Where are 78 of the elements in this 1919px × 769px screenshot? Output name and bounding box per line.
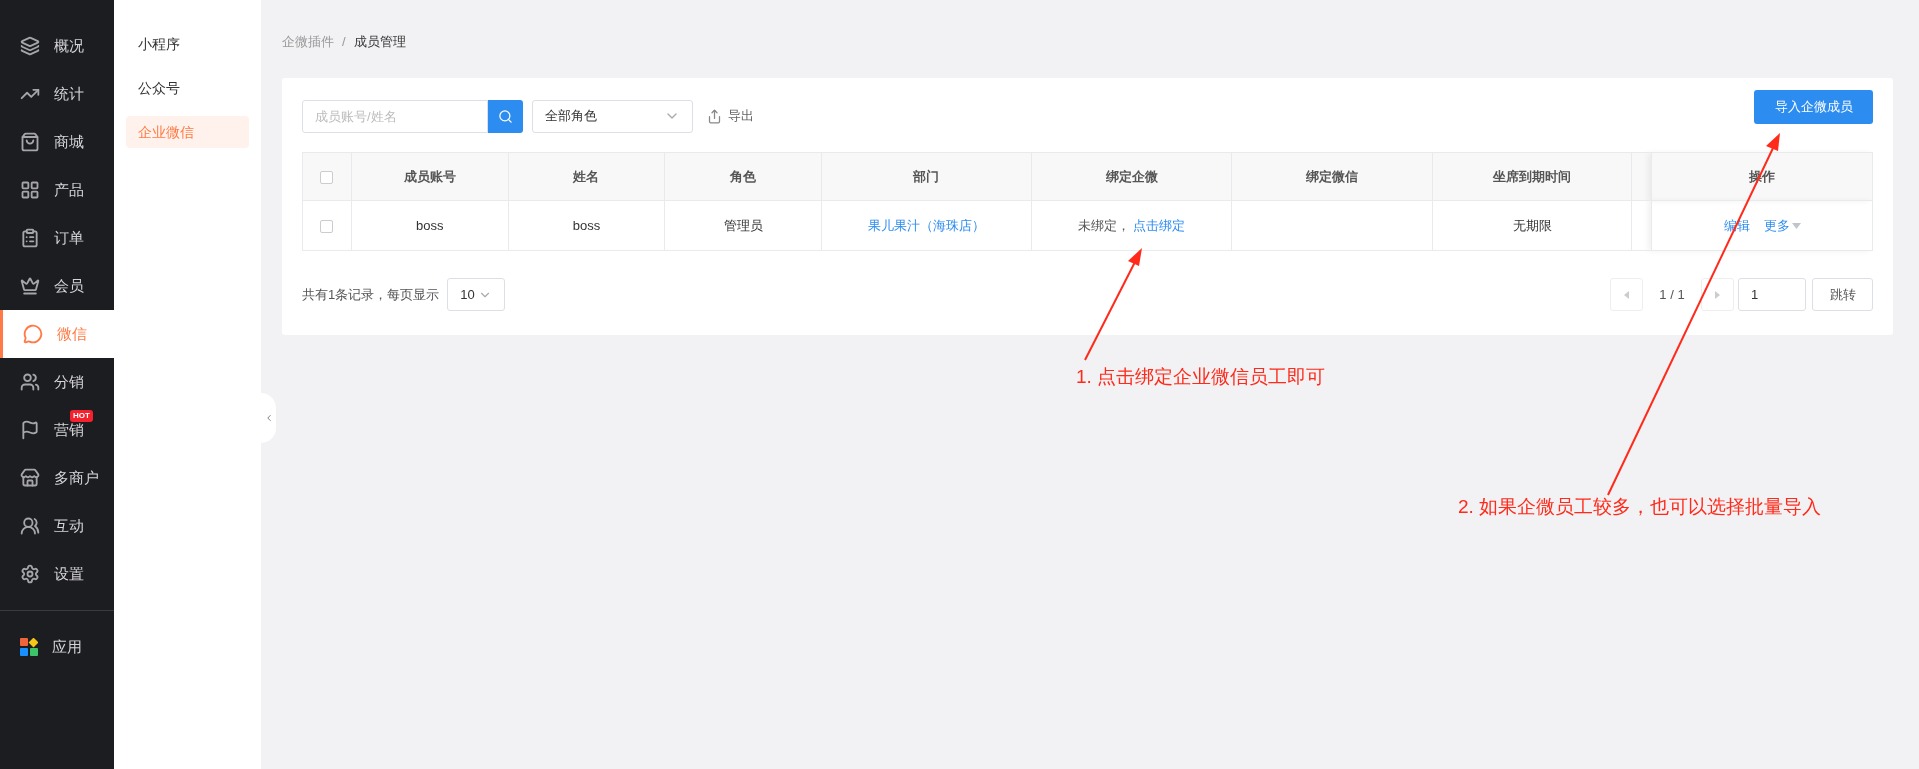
record-summary: 共有1条记录，每页显示 [302,285,440,304]
collapse-handle[interactable] [261,393,276,443]
apps-icon [20,638,38,656]
nav-item[interactable]: 设置 [0,550,114,598]
department-link[interactable]: 果儿果汁（海珠店） [867,217,985,233]
column-header: 坐席到期时间 [1432,152,1632,201]
nav-label: 会员 [54,275,84,296]
nav-label: 产品 [54,179,84,200]
layers-icon [20,36,40,56]
nav-label: 概况 [54,35,84,56]
more-link[interactable]: 更多 [1763,215,1801,236]
nav-label: 分销 [54,371,84,392]
nav-item[interactable]: 统计 [0,70,114,118]
column-header: 姓名 [508,152,665,201]
role-select[interactable]: 全部角色 [532,99,693,133]
nav-label: 互动 [54,515,84,536]
page-size-select[interactable]: 10 [447,278,506,311]
nav-label: 统计 [54,83,84,104]
crown-icon [20,276,40,296]
checkbox[interactable] [320,219,334,233]
store-icon [20,468,40,488]
search-icon [498,108,513,124]
nav-item[interactable]: HOT 营销 [0,406,114,454]
flag-icon [20,420,40,440]
annotation-text: 2. 如果企微员工较多，也可以选择批量导入 [1458,495,1822,519]
nav-label: 多商户 [54,467,99,488]
prev-page-button[interactable] [1610,278,1643,311]
clipboard-icon [20,228,40,248]
caret-right-icon [1715,290,1720,299]
bind-link[interactable]: 点击绑定 [1133,217,1186,233]
nav-item[interactable]: 互动 [0,502,114,550]
chat-bubble-icon [23,324,43,344]
nav-label: 设置 [54,563,84,584]
export-icon [707,108,722,124]
grid-icon [20,180,40,200]
role-text: 管理员 [723,217,763,233]
nav-label: 营销 [54,419,84,440]
nav-item[interactable]: 订单 [0,214,114,262]
people-icon [20,516,40,536]
hot-badge: HOT [70,410,93,422]
breadcrumb-separator: / [342,33,346,52]
nav-item[interactable]: 多商户 [0,454,114,502]
search-field[interactable]: 成员账号/姓名 [302,99,488,133]
nav-label: 应用 [52,636,82,657]
jump-button[interactable]: 跳转 [1812,278,1873,311]
next-page-button[interactable] [1701,278,1734,311]
search-button[interactable] [488,99,523,133]
subnav-item[interactable]: 公众号 [126,72,249,104]
nav-label: 订单 [54,227,84,248]
column-header: 角色 [664,152,822,201]
nav-item[interactable]: 概况 [0,22,114,70]
breadcrumb-current: 成员管理 [353,33,406,52]
annotation-text: 1. 点击绑定企业微信员工即可 [1076,365,1326,389]
subnav-item[interactable]: 小程序 [126,28,249,60]
nav-label: 商城 [54,131,84,152]
column-header: 绑定微信 [1231,152,1433,201]
nav-item[interactable]: 产品 [0,166,114,214]
expiry-text: 无期限 [1512,217,1552,233]
column-header: 绑定企微 [1031,152,1232,201]
bag-icon [20,132,40,152]
users-icon [20,372,40,392]
nav-item[interactable]: 应用 [0,623,114,671]
page-indicator: 1 / 1 [1658,285,1686,304]
nav-label: 微信 [57,323,87,344]
caret-left-icon [1624,290,1629,299]
nav-item[interactable]: 会员 [0,262,114,310]
account-text: boss [416,217,444,233]
nav-item[interactable]: 商城 [0,118,114,166]
bind-status-text: 未绑定， [1077,217,1130,233]
column-header: 部门 [821,152,1032,201]
nav-item[interactable]: 分销 [0,358,114,406]
caret-down-icon [1791,222,1801,229]
page-jump-field[interactable]: 1 [1738,278,1806,311]
column-header: 成员账号 [351,152,509,201]
export-button[interactable]: 导出 [707,106,754,126]
name-text: boss [572,217,601,233]
checkbox[interactable] [320,170,334,184]
settings-icon [20,564,40,584]
